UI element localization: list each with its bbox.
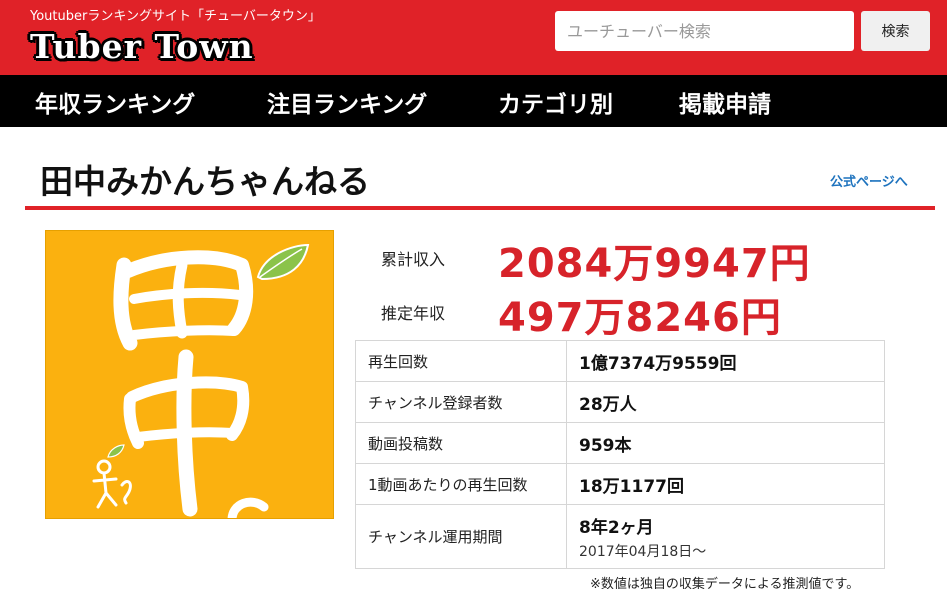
stat-label: 再生回数 xyxy=(355,340,567,382)
stat-value: 1億7374万9559回 xyxy=(566,340,885,382)
channel-thumbnail xyxy=(45,230,334,519)
table-row: チャンネル登録者数 28万人 xyxy=(355,381,885,423)
nav-item-category[interactable]: カテゴリ別 xyxy=(498,85,613,119)
stat-start-date: 2017年04月18日〜 xyxy=(579,543,707,560)
stat-value: 959本 xyxy=(566,422,885,464)
site-logo[interactable]: Tuber Town xyxy=(30,27,254,66)
page-title: 田中みかんちゃんねる xyxy=(40,162,370,201)
stat-value: 8年2ヶ月 xyxy=(579,517,654,538)
channel-stats-table: 再生回数 1億7374万9559回 チャンネル登録者数 28万人 動画投稿数 9… xyxy=(355,340,885,569)
search-input[interactable] xyxy=(555,11,854,51)
site-tagline: Youtuberランキングサイト「チューバータウン」 xyxy=(30,9,321,24)
estimate-note: ※数値は独自の収集データによる推測値です。 xyxy=(590,577,860,589)
annual-income-label: 推定年収 xyxy=(381,304,446,323)
stat-value: 18万1177回 xyxy=(566,463,885,505)
total-income-value: 2084万9947円 xyxy=(498,241,811,287)
table-row: 1動画あたりの再生回数 18万1177回 xyxy=(355,463,885,505)
stat-value-cell: 8年2ヶ月 2017年04月18日〜 xyxy=(566,504,885,569)
nav-item-listing-request[interactable]: 掲載申請 xyxy=(679,85,771,119)
nav-item-trending-ranking[interactable]: 注目ランキング xyxy=(267,85,427,119)
search-button[interactable]: 検索 xyxy=(861,11,930,51)
stat-label: 1動画あたりの再生回数 xyxy=(355,463,567,505)
site-header: Youtuberランキングサイト「チューバータウン」 Tuber Town 検索 xyxy=(0,0,947,75)
nav-item-annual-ranking[interactable]: 年収ランキング xyxy=(35,85,195,119)
stat-value: 28万人 xyxy=(566,381,885,423)
official-page-link[interactable]: 公式ページへ xyxy=(830,171,908,190)
title-divider xyxy=(25,206,935,210)
stat-label: チャンネル運用期間 xyxy=(355,504,567,569)
table-row: 再生回数 1億7374万9559回 xyxy=(355,340,885,382)
stat-label: 動画投稿数 xyxy=(355,422,567,464)
stat-label: チャンネル登録者数 xyxy=(355,381,567,423)
thumbnail-calligraphy-graphic xyxy=(92,243,310,518)
total-income-label: 累計収入 xyxy=(381,250,446,269)
main-nav: 年収ランキング 注目ランキング カテゴリ別 掲載申請 xyxy=(0,75,947,127)
table-row: 動画投稿数 959本 xyxy=(355,422,885,464)
table-row: チャンネル運用期間 8年2ヶ月 2017年04月18日〜 xyxy=(355,504,885,569)
annual-income-value: 497万8246円 xyxy=(498,295,782,341)
